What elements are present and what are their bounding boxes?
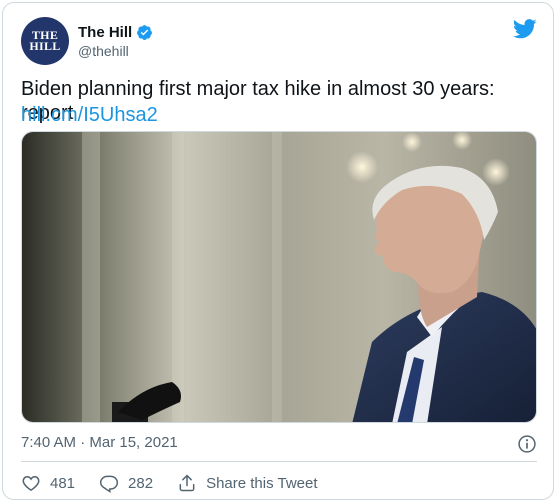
like-action[interactable]: 481 [21,473,75,493]
tweet-card[interactable]: THE HILL The Hill @thehill Biden plannin… [2,2,554,500]
divider [21,461,537,462]
verified-badge-icon [137,24,153,40]
share-label: Share this Tweet [206,474,318,492]
photo-speaker-at-podium [22,132,536,422]
tweet-header: THE HILL The Hill @thehill [21,17,153,65]
heart-icon [22,475,40,491]
share-action[interactable]: Share this Tweet [177,473,318,493]
reply-count: 282 [128,474,154,492]
tweet-photo[interactable] [21,131,537,423]
reply-icon [99,475,119,493]
account-handle[interactable]: @thehill [78,43,153,59]
like-count: 481 [50,474,76,492]
account-names: The Hill @thehill [78,24,153,59]
tweet-actions: 481 282 Share this Tweet [21,471,342,495]
twitter-bird-icon[interactable] [513,19,537,39]
account-name[interactable]: The Hill [78,24,132,41]
share-icon [179,474,195,492]
tweet-meta: 7:40 AM · Mar 15, 2021 [21,434,537,454]
info-icon[interactable] [517,434,537,454]
avatar[interactable]: THE HILL [21,17,69,65]
tweet-link[interactable]: hill.cm/I5Uhsa2 [21,103,158,127]
reply-action[interactable]: 282 [99,473,153,493]
tweet-timestamp[interactable]: 7:40 AM · Mar 15, 2021 [21,434,178,451]
avatar-line2: HILL [29,39,61,53]
